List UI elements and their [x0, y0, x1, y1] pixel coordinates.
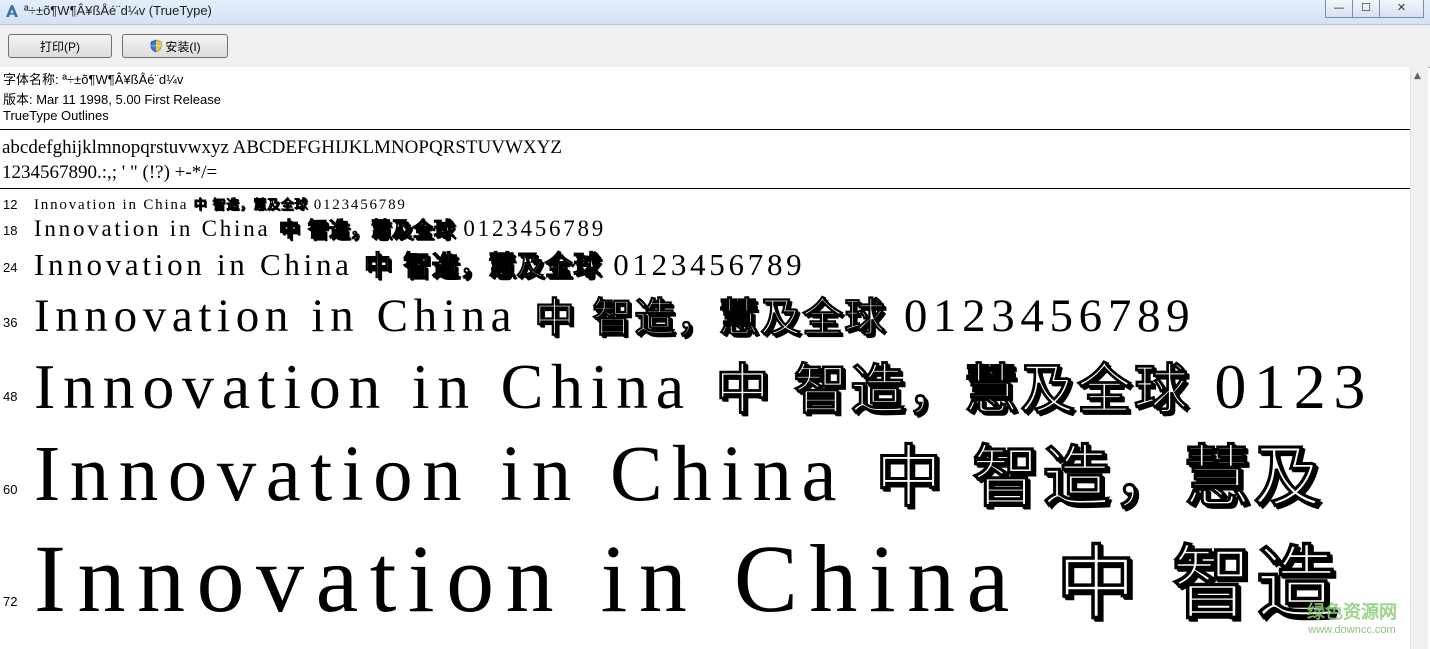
sample-cjk: 中 智造，慧及全球: [364, 251, 602, 283]
uac-shield-icon: [150, 39, 162, 53]
sample-cjk: 中 智造，慧及全球: [715, 358, 1191, 422]
version-line: 版本: Mar 11 1998, 5.00 First Release: [3, 92, 221, 107]
charset-lowercase-uppercase: abcdefghijklmnopqrstuvwxyz ABCDEFGHIJKLM…: [2, 137, 562, 158]
size-label-72: 72: [3, 594, 18, 609]
size-label-12: 12: [3, 197, 18, 212]
watermark-url: www.downcc.com: [1308, 624, 1396, 636]
site-watermark: 绿色资源网 www.downcc.com: [1292, 598, 1412, 636]
minimize-icon: —: [1333, 1, 1345, 14]
sample-latin: Innovation in China: [34, 431, 847, 518]
watermark-logo-text: 绿色资源网: [1307, 602, 1397, 623]
divider-top: [0, 129, 1410, 130]
size-label-60: 60: [3, 482, 18, 497]
close-icon: ✕: [1396, 1, 1407, 14]
divider-bottom: [0, 188, 1410, 189]
size-label-48: 48: [3, 389, 18, 404]
font-viewer-app-icon: [6, 5, 18, 17]
sample-digits: 0123456789: [313, 197, 407, 213]
install-button[interactable]: 安装(I): [122, 34, 228, 58]
size-label-24: 24: [3, 260, 18, 275]
sample-latin: Innovation in China: [34, 525, 1021, 632]
maximize-icon: ☐: [1361, 1, 1371, 14]
size-label-18: 18: [3, 223, 18, 238]
sample-latin: Innovation in China: [34, 216, 271, 241]
sample-digits: 0123456789: [613, 247, 806, 282]
print-button-label: 打印(P): [40, 39, 80, 54]
sample-cjk: 中 智造，慧及全球: [534, 295, 887, 342]
print-button[interactable]: 打印(P): [8, 34, 112, 58]
vertical-scrollbar[interactable]: ▲: [1410, 67, 1428, 649]
outline-type-line: TrueType Outlines: [3, 108, 109, 123]
minimize-button[interactable]: —: [1325, 0, 1353, 18]
scroll-up-arrow-icon[interactable]: ▲: [1414, 71, 1421, 81]
font-name-line: 字体名称: ª÷±õ¶W¶Â¥ßÅé¨d¼v: [3, 72, 184, 87]
sample-row-12: Innovation in China 中 智造，慧及全球 0123456789: [34, 194, 407, 214]
sample-row-48: Innovation in China 中 智造，慧及全球 0123: [34, 345, 1373, 424]
font-preview-area: 字体名称: ª÷±õ¶W¶Â¥ßÅé¨d¼v 版本: Mar 11 1998, …: [0, 67, 1410, 649]
sample-digits: 0123456789: [463, 216, 607, 241]
sample-digits: 0123: [1214, 351, 1374, 422]
sample-row-72: Innovation in China 中 智造: [34, 519, 1340, 635]
sample-row-60: Innovation in China 中 智造，慧及: [34, 423, 1324, 520]
charset-digits-punctuation: 1234567890.:,; ' " (!?) +-*/=: [2, 162, 218, 183]
sample-digits: 0123456789: [903, 290, 1196, 342]
close-button[interactable]: ✕: [1379, 0, 1424, 18]
sample-row-36: Innovation in China 中 智造，慧及全球 0123456789: [34, 285, 1195, 343]
sample-row-18: Innovation in China 中 智造，慧及全球 0123456789: [34, 213, 606, 242]
sample-cjk: 中 智造，慧及: [875, 438, 1325, 517]
sample-latin: Innovation in China: [34, 197, 189, 213]
toolbar: 打印(P) 安装(I): [0, 25, 1430, 68]
sample-latin: Innovation in China: [34, 290, 518, 342]
title-bar: ª÷±õ¶W¶Â¥ßÅé¨d¼v (TrueType) — ☐ ✕: [0, 0, 1430, 25]
sample-row-24: Innovation in China 中 智造，慧及全球 0123456789: [34, 244, 805, 283]
sample-latin: Innovation in China: [34, 351, 692, 422]
install-button-label: 安装(I): [165, 39, 201, 54]
sample-latin: Innovation in China: [34, 247, 353, 282]
sample-cjk: 中 智造，慧及全球: [193, 198, 309, 214]
maximize-button[interactable]: ☐: [1352, 0, 1380, 18]
size-label-36: 36: [3, 315, 18, 330]
sample-cjk: 中 智造，慧及全球: [278, 217, 455, 242]
window-title: ª÷±õ¶W¶Â¥ßÅé¨d¼v (TrueType): [24, 3, 212, 18]
